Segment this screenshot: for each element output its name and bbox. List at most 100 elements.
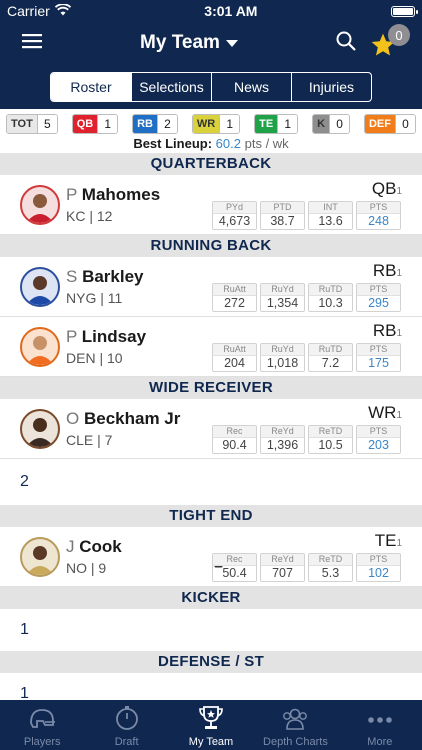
team-selector[interactable]: My Team xyxy=(140,32,238,54)
search-icon[interactable] xyxy=(336,31,356,56)
menu-icon[interactable] xyxy=(22,33,42,54)
player-name: Mahomes xyxy=(81,185,161,204)
tabbar-more[interactable]: More xyxy=(338,700,422,750)
count-tot[interactable]: TOT 5 xyxy=(6,114,58,134)
player-row-beckham[interactable]: O Beckham Jr CLE | 7 WR1 Rec 90.4 ReYd 1,3… xyxy=(0,399,422,459)
stat-box-points: PTS 102 xyxy=(356,553,401,582)
avatar xyxy=(20,408,60,449)
stat-value: 7.2 xyxy=(321,356,340,370)
tab-selections[interactable]: Selections xyxy=(131,72,211,101)
stopwatch-icon xyxy=(114,705,140,736)
tabbar-players[interactable]: Players xyxy=(0,700,84,750)
tabbar-depth-charts[interactable]: Depth Charts xyxy=(253,700,337,750)
header: Carrier 3:01 AM My Team 0 Roster Selecti… xyxy=(0,0,422,109)
stat-header: RuAtt xyxy=(213,284,256,296)
position-label: RB xyxy=(372,261,397,280)
player-position: RB1 xyxy=(212,321,402,341)
stat-box-points: PTS 295 xyxy=(356,283,401,312)
tab-roster[interactable]: Roster xyxy=(51,72,131,101)
count-rb[interactable]: RB 2 xyxy=(132,114,178,134)
trophy-icon xyxy=(197,705,225,736)
stat-value: 1,396 xyxy=(266,438,299,452)
count-tag: TE xyxy=(255,115,278,133)
avatar xyxy=(20,266,60,307)
count-tag: WR xyxy=(192,115,220,133)
stat-box: INT 13.6 xyxy=(308,201,353,230)
section-kicker: KICKER xyxy=(0,587,422,609)
stat-header: ReYd xyxy=(261,426,304,438)
stat-box: PYd 4,673 xyxy=(212,201,257,230)
best-lineup-label: Best Lineup: xyxy=(133,136,213,151)
stat-value: 10.3 xyxy=(318,296,343,310)
count-qb[interactable]: QB 1 xyxy=(71,114,119,134)
position-rank: 1 xyxy=(396,538,402,549)
count-def[interactable]: DEF 0 xyxy=(363,114,416,134)
people-icon xyxy=(280,707,310,736)
stat-header: Rec xyxy=(213,426,256,438)
stat-group: Rec 90.4 ReYd 1,396 ReTD 10.5 PTS 203 xyxy=(212,425,402,454)
player-row-mahomes[interactable]: P Mahomes KC | 12 QB1 PYd 4,673 PTD 38.7 I… xyxy=(0,175,422,235)
stat-header: PYd xyxy=(213,202,256,214)
chevron-down-icon xyxy=(225,39,238,47)
stat-group: RuAtt 204 RuYd 1,018 RuTD 7.2 PTS 175 xyxy=(212,343,402,372)
position-rank: 1 xyxy=(396,186,402,197)
empty-slots-kicker[interactable]: 1 xyxy=(0,609,422,651)
stat-header: Rec xyxy=(213,554,256,566)
nav-bar: My Team 0 xyxy=(0,22,422,64)
stat-value: 13.6 xyxy=(318,214,343,228)
player-row-barkley[interactable]: S Barkley NYG | 11 RB1 RuAtt 272 RuYd 1,35… xyxy=(0,257,422,317)
count-te[interactable]: TE 1 xyxy=(254,114,299,134)
stat-header: PTD xyxy=(261,202,304,214)
stat-value: 102 xyxy=(368,566,389,580)
tabbar-my-team[interactable]: My Team xyxy=(169,700,253,750)
count-value: 0 xyxy=(394,115,415,133)
tab-injuries[interactable]: Injuries xyxy=(291,72,371,101)
tab-bar: Players Draft My Team Depth Charts More xyxy=(0,700,422,750)
best-lineup-unit: pts / wk xyxy=(244,136,289,151)
player-initial: P xyxy=(66,327,78,346)
stat-header: RuTD xyxy=(309,344,352,356)
tabbar-draft[interactable]: Draft xyxy=(84,700,168,750)
player-row-cook[interactable]: J Cook NO | 9 TE1 Rec 50.4 ReYd 707 ReTD 5.… xyxy=(0,527,422,587)
stat-header: RuYd xyxy=(261,344,304,356)
stat-box: RuAtt 272 xyxy=(212,283,257,312)
position-counts: TOT 5 QB 1 RB 2 WR 1 TE 1 K0 DEF 0 xyxy=(0,109,422,134)
position-rank: 1 xyxy=(396,410,402,421)
player-initial: P xyxy=(66,185,78,204)
favorites-button[interactable]: 0 xyxy=(370,24,410,58)
battery-icon xyxy=(390,5,418,17)
stat-header: PTS xyxy=(357,202,400,214)
stat-value: 204 xyxy=(224,356,245,370)
empty-slots-wide-receiver[interactable]: 2 xyxy=(0,459,422,505)
position-label: QB xyxy=(371,179,397,198)
player-name: Beckham Jr xyxy=(83,409,181,428)
page-title: My Team xyxy=(140,32,220,53)
stat-value: 90.4 xyxy=(222,438,247,452)
count-tag: RB xyxy=(133,115,157,133)
count-tag: QB xyxy=(72,115,98,133)
stat-box: RuYd 1,018 xyxy=(260,343,305,372)
stat-box: RuAtt 204 xyxy=(212,343,257,372)
count-k[interactable]: K0 xyxy=(312,114,351,134)
segment-bar: Roster Selections News Injuries xyxy=(0,64,422,109)
position-label: TE xyxy=(374,531,397,550)
stat-header: ReYd xyxy=(261,554,304,566)
position-rank: 1 xyxy=(396,328,402,339)
tabbar-label: Depth Charts xyxy=(263,736,328,748)
player-position: RB1 xyxy=(212,261,402,281)
player-position: QB1 xyxy=(212,179,402,199)
clock: 3:01 AM xyxy=(204,3,258,19)
position-label: WR xyxy=(368,403,397,422)
tab-news[interactable]: News xyxy=(211,72,291,101)
avatar xyxy=(20,536,60,577)
avatar xyxy=(20,326,60,367)
count-value: 1 xyxy=(219,115,240,133)
player-initial: S xyxy=(66,267,78,286)
player-initial: O xyxy=(66,409,80,428)
tabbar-label: Players xyxy=(23,736,61,748)
count-wr[interactable]: WR 1 xyxy=(191,114,241,134)
best-lineup: Best Lineup: 60.2 pts / wk xyxy=(0,136,422,153)
stat-value: 295 xyxy=(368,296,389,310)
stat-box: Rec 50.4 xyxy=(212,553,257,582)
player-row-lindsay[interactable]: P Lindsay DEN | 10 RB1 RuAtt 204 RuYd 1,01… xyxy=(0,317,422,377)
